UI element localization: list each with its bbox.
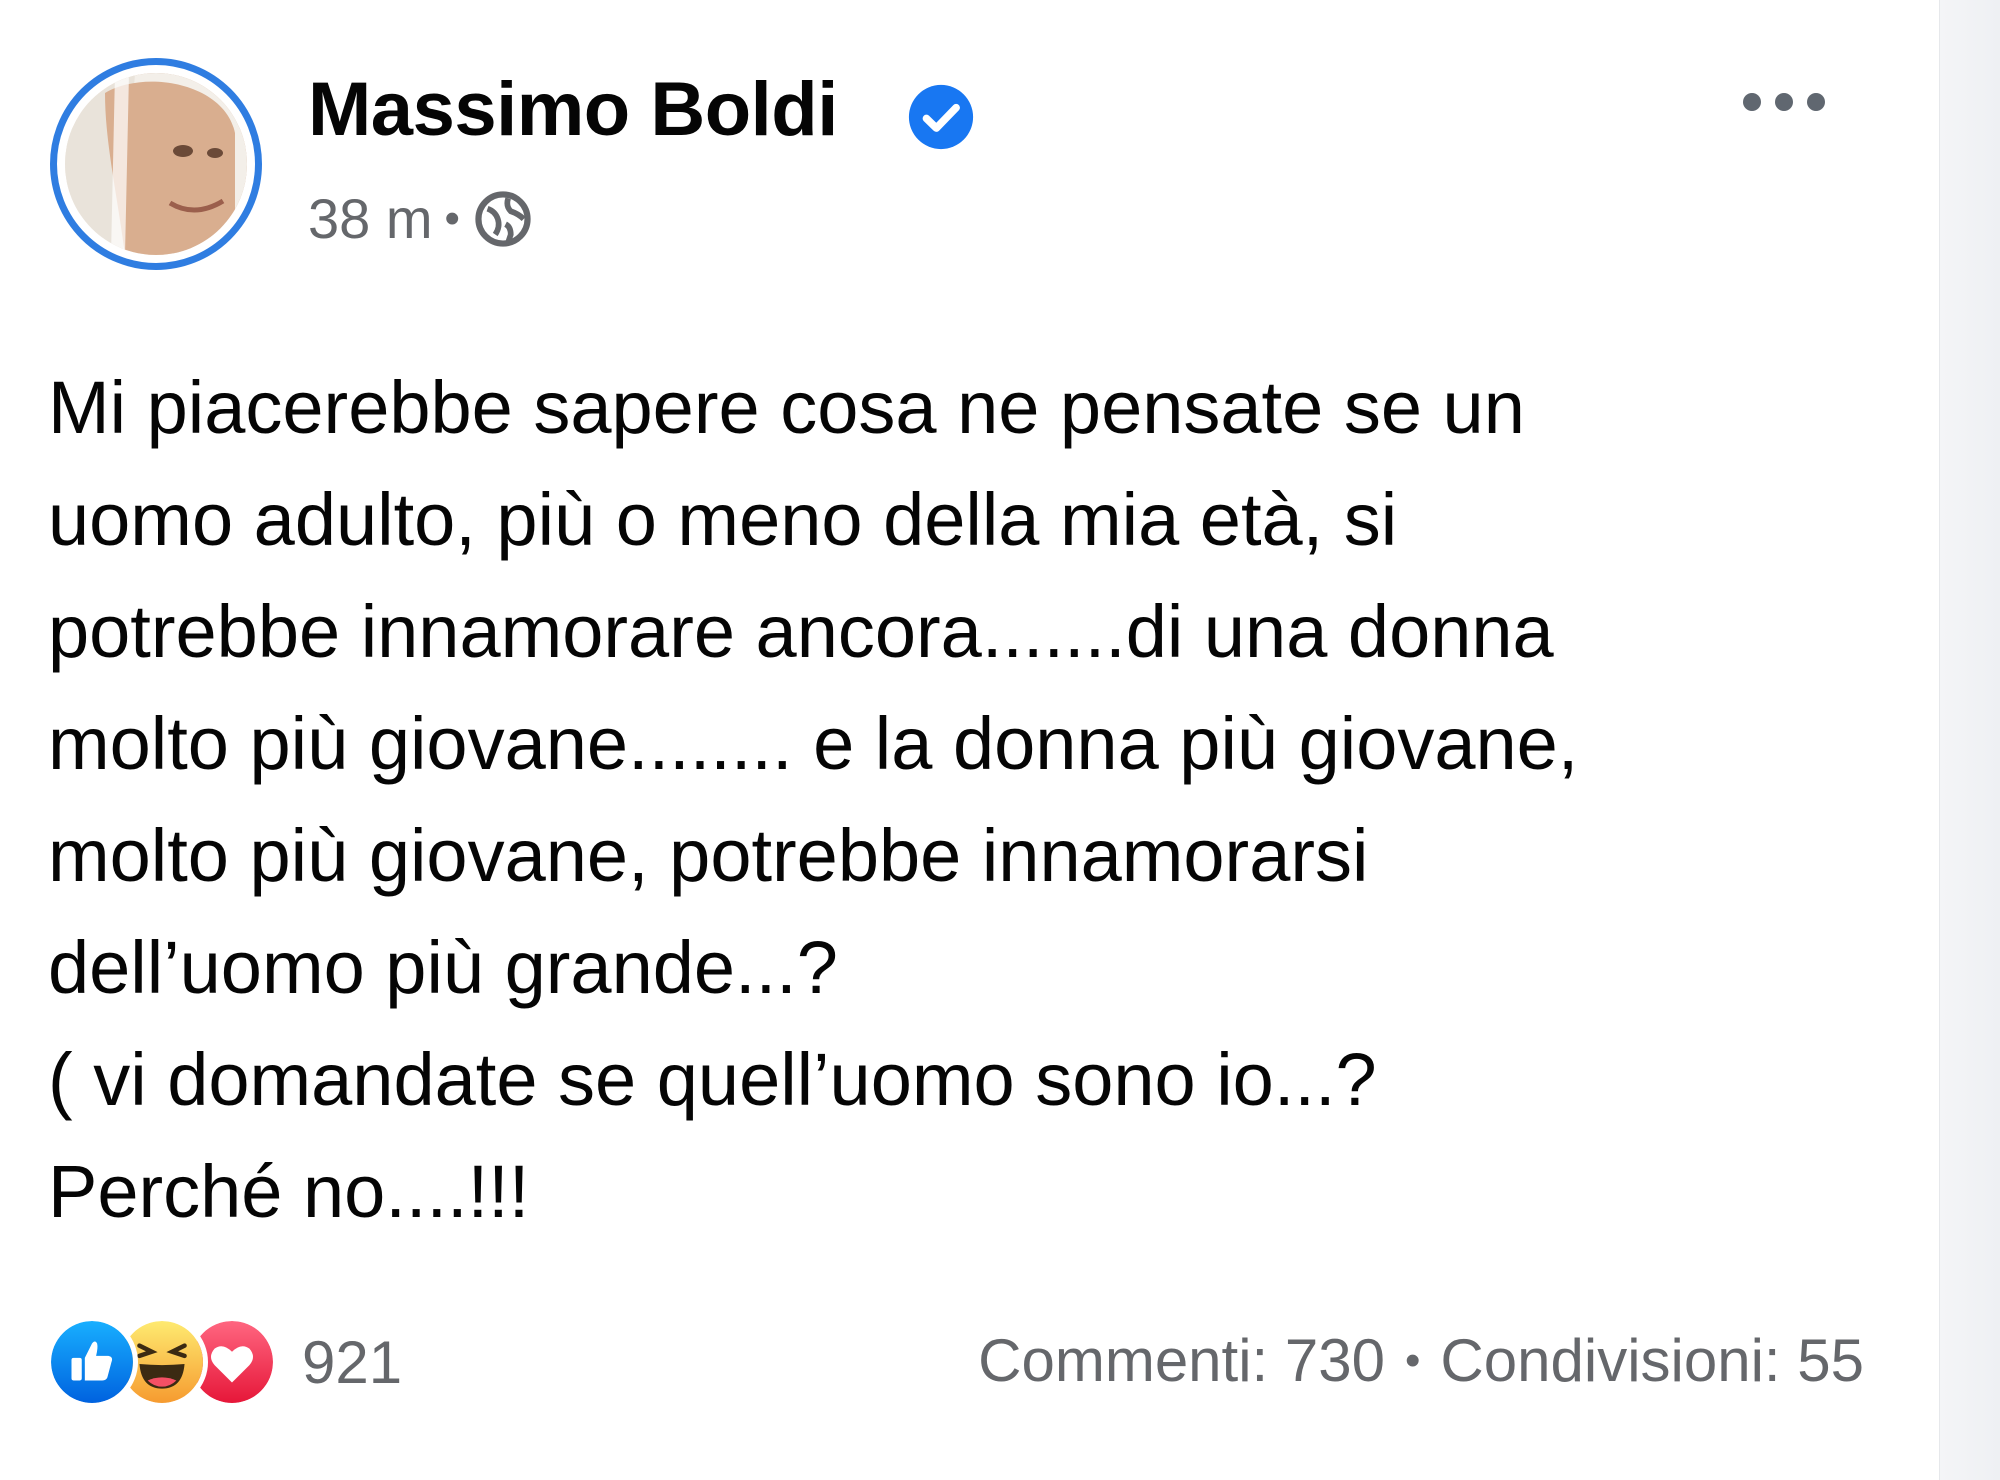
comments-count[interactable]: Commenti: 730 [978, 1326, 1385, 1395]
stats-separator: • [1405, 1335, 1421, 1385]
facebook-post: Massimo Boldi 38 m • Mi piacerebbe saper… [0, 0, 1940, 1480]
post-timestamp[interactable]: 38 m [308, 186, 433, 251]
verified-badge-icon [908, 84, 974, 150]
meta-separator: • [444, 193, 460, 243]
post-body-text: Mi piacerebbe sapere cosa ne pensate se … [48, 366, 1579, 1233]
author-name[interactable]: Massimo Boldi [308, 66, 838, 153]
more-horizontal-icon[interactable] [1736, 82, 1832, 122]
post-meta: 38 m • [308, 186, 534, 251]
post-stats: Commenti: 730 • Condivisioni: 55 [978, 1326, 1864, 1395]
globe-icon[interactable] [472, 188, 534, 250]
avatar-photo [65, 73, 247, 255]
shares-count[interactable]: Condivisioni: 55 [1440, 1326, 1864, 1395]
author-avatar[interactable] [50, 58, 262, 270]
like-icon [46, 1316, 138, 1408]
reaction-count[interactable]: 921 [302, 1328, 402, 1397]
reactions-summary[interactable]: 921 [46, 1316, 402, 1408]
sidebar-edge [1939, 0, 2000, 1480]
